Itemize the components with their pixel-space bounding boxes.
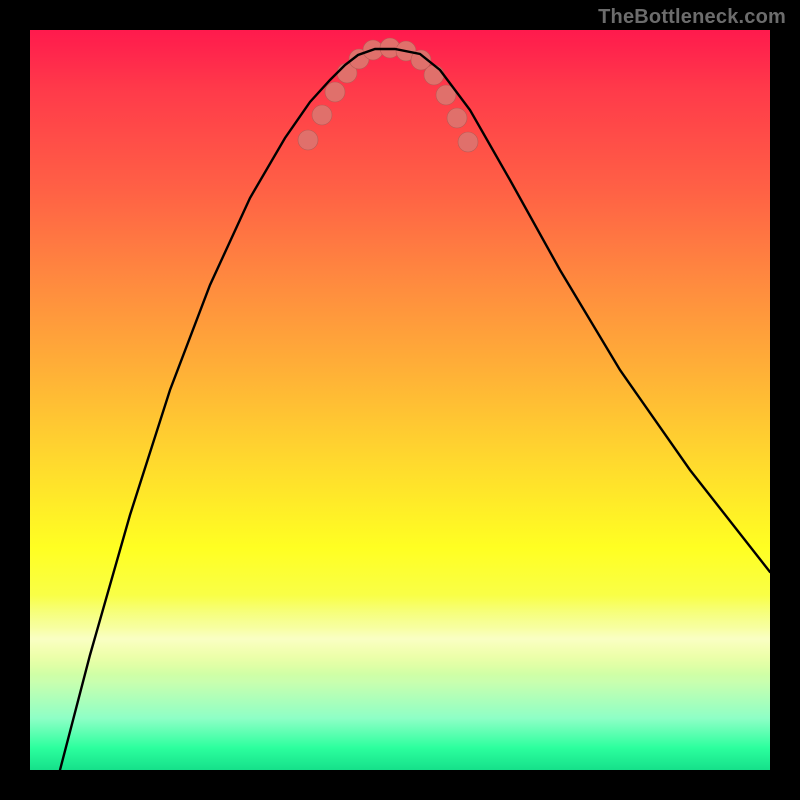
outer-frame: TheBottleneck.com xyxy=(0,0,800,800)
chart-svg xyxy=(30,30,770,770)
watermark-text: TheBottleneck.com xyxy=(598,6,786,29)
curve-marker xyxy=(424,65,444,85)
curve-marker xyxy=(325,82,345,102)
marker-group xyxy=(298,38,478,152)
curve-marker xyxy=(312,105,332,125)
curve-marker xyxy=(447,108,467,128)
curve-marker xyxy=(458,132,478,152)
bottleneck-curve xyxy=(60,49,770,770)
curve-marker xyxy=(298,130,318,150)
